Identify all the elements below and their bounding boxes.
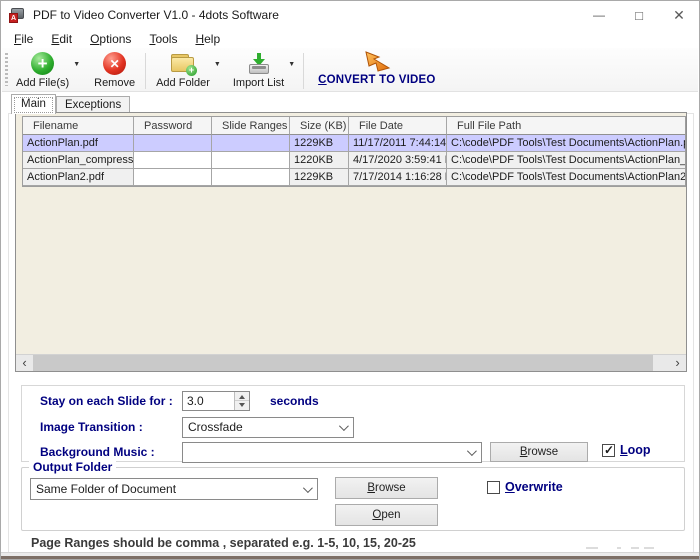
- resize-grip-marks: [631, 547, 639, 549]
- column-header[interactable]: Size (KB): [290, 117, 349, 135]
- overwrite-checkbox[interactable]: Overwrite: [487, 480, 563, 494]
- output-browse-button[interactable]: Browse: [335, 477, 438, 499]
- minimize-button[interactable]: —: [579, 1, 619, 29]
- background-music-label: Background Music :: [40, 445, 155, 459]
- toolbar-gripper[interactable]: [5, 53, 8, 86]
- output-folder-select[interactable]: Same Folder of Document: [30, 478, 318, 500]
- add-files-button[interactable]: + Add File(s): [12, 51, 73, 90]
- stepper-down-icon[interactable]: [235, 401, 249, 410]
- menu-file[interactable]: File: [5, 31, 42, 47]
- table-header-row: Filename Password Slide Ranges Size (KB) Fil…: [23, 117, 685, 135]
- music-browse-button[interactable]: Browse: [490, 442, 588, 462]
- table-cell[interactable]: ActionPlan.pdf: [23, 135, 134, 152]
- tab-main[interactable]: Main: [11, 94, 56, 114]
- checkbox-icon: [602, 443, 615, 457]
- table-row[interactable]: ActionPlan.pdf 1229KB11/17/2011 7:44:14 P…: [23, 135, 685, 152]
- app-icon: A: [9, 7, 26, 23]
- table-cell[interactable]: ActionPlan2.pdf: [23, 169, 134, 186]
- column-header[interactable]: Filename: [23, 117, 134, 135]
- menubar: File Edit Options Tools Help: [1, 29, 699, 48]
- file-table-body: ActionPlan.pdf 1229KB11/17/2011 7:44:14 P…: [23, 135, 685, 186]
- table-cell[interactable]: 1229KB: [290, 135, 349, 152]
- convert-icon: [365, 51, 391, 72]
- add-folder-icon: +: [170, 52, 197, 76]
- column-header[interactable]: File Date: [349, 117, 447, 135]
- table-cell[interactable]: [134, 135, 212, 152]
- scrollbar-thumb[interactable]: [33, 355, 653, 371]
- column-header[interactable]: Password: [134, 117, 212, 135]
- menu-help[interactable]: Help: [186, 31, 229, 47]
- settings-panel: Stay on each Slide for : 3.0 seconds Ima…: [21, 385, 685, 463]
- chevron-down-icon: [302, 483, 313, 494]
- image-transition-select[interactable]: Crossfade: [182, 417, 354, 438]
- output-open-button[interactable]: Open: [335, 504, 438, 526]
- image-transition-label: Image Transition :: [40, 420, 143, 434]
- table-cell[interactable]: C:\code\PDF Tools\Test Documents\ActionP…: [447, 169, 685, 186]
- import-list-button[interactable]: Import List: [229, 51, 288, 90]
- add-files-icon: +: [31, 52, 55, 75]
- resize-grip-marks: [586, 547, 598, 549]
- table-cell[interactable]: 4/17/2020 3:59:41 PM: [349, 152, 447, 169]
- import-list-icon: [247, 52, 271, 75]
- menu-options[interactable]: Options: [81, 31, 140, 47]
- table-cell[interactable]: C:\code\PDF Tools\Test Documents\ActionP…: [447, 152, 685, 169]
- checkbox-icon: [487, 480, 500, 494]
- column-header[interactable]: Full File Path: [447, 117, 685, 135]
- horizontal-scrollbar[interactable]: ‹ ›: [16, 354, 686, 371]
- import-list-dropdown-icon[interactable]: ▼: [288, 61, 295, 68]
- table-cell[interactable]: 1220KB: [290, 152, 349, 169]
- add-files-dropdown-icon[interactable]: ▼: [73, 61, 80, 68]
- app-window: A PDF to Video Converter V1.0 - 4dots So…: [0, 0, 700, 560]
- file-table: Filename Password Slide Ranges Size (KB) Fil…: [22, 116, 686, 187]
- table-cell[interactable]: [212, 135, 290, 152]
- toolbar: + Add File(s) ▼ ✕ Remove + Add Folder ▼ …: [2, 48, 698, 92]
- window-bottom-border: [1, 552, 699, 559]
- remove-button[interactable]: ✕ Remove: [90, 51, 139, 90]
- stay-on-slide-label: Stay on each Slide for :: [40, 394, 173, 408]
- add-folder-button[interactable]: + Add Folder: [152, 51, 214, 90]
- slide-duration-stepper[interactable]: 3.0: [182, 391, 250, 411]
- output-folder-legend: Output Folder: [29, 460, 117, 474]
- table-cell[interactable]: [212, 169, 290, 186]
- chevron-down-icon: [338, 421, 349, 432]
- file-list-panel: Filename Password Slide Ranges Size (KB) Fil…: [15, 112, 687, 372]
- convert-to-video-button[interactable]: CONVERT TO VIDEO: [312, 51, 441, 86]
- menu-edit[interactable]: Edit: [42, 31, 81, 47]
- output-folder-group: Output Folder Same Folder of Document Br…: [21, 460, 685, 531]
- resize-grip-marks: [644, 547, 654, 549]
- resize-grip-marks: [617, 547, 621, 549]
- maximize-button[interactable]: □: [619, 1, 659, 29]
- toolbar-separator: [145, 53, 147, 89]
- table-cell[interactable]: ActionPlan_compressed.pdf: [23, 152, 134, 169]
- scroll-left-icon[interactable]: ‹: [16, 355, 33, 371]
- background-music-input[interactable]: [182, 442, 482, 463]
- table-row[interactable]: ActionPlan_compressed.pdf 1220KB4/17/2020…: [23, 152, 685, 169]
- menu-tools[interactable]: Tools: [140, 31, 186, 47]
- chevron-down-icon: [466, 446, 477, 457]
- table-cell[interactable]: [212, 152, 290, 169]
- column-header[interactable]: Slide Ranges: [212, 117, 290, 135]
- table-cell[interactable]: [134, 152, 212, 169]
- titlebar: A PDF to Video Converter V1.0 - 4dots So…: [1, 1, 699, 29]
- loop-checkbox[interactable]: Loop: [602, 443, 651, 457]
- remove-icon: ✕: [103, 52, 127, 75]
- table-row[interactable]: ActionPlan2.pdf 1229KB7/17/2014 1:16:28 P…: [23, 169, 685, 186]
- page-ranges-hint: Page Ranges should be comma , separated …: [31, 536, 416, 550]
- scroll-right-icon[interactable]: ›: [669, 355, 686, 371]
- seconds-label: seconds: [270, 394, 319, 408]
- table-cell[interactable]: 7/17/2014 1:16:28 PM: [349, 169, 447, 186]
- table-cell[interactable]: [134, 169, 212, 186]
- table-cell[interactable]: 1229KB: [290, 169, 349, 186]
- add-folder-dropdown-icon[interactable]: ▼: [214, 61, 221, 68]
- close-button[interactable]: ✕: [659, 1, 699, 29]
- window-title: PDF to Video Converter V1.0 - 4dots Soft…: [33, 8, 279, 22]
- table-cell[interactable]: C:\code\PDF Tools\Test Documents\ActionP…: [447, 135, 685, 152]
- toolbar-separator: [303, 53, 305, 89]
- stepper-up-icon[interactable]: [235, 392, 249, 401]
- table-cell[interactable]: 11/17/2011 7:44:14 PM: [349, 135, 447, 152]
